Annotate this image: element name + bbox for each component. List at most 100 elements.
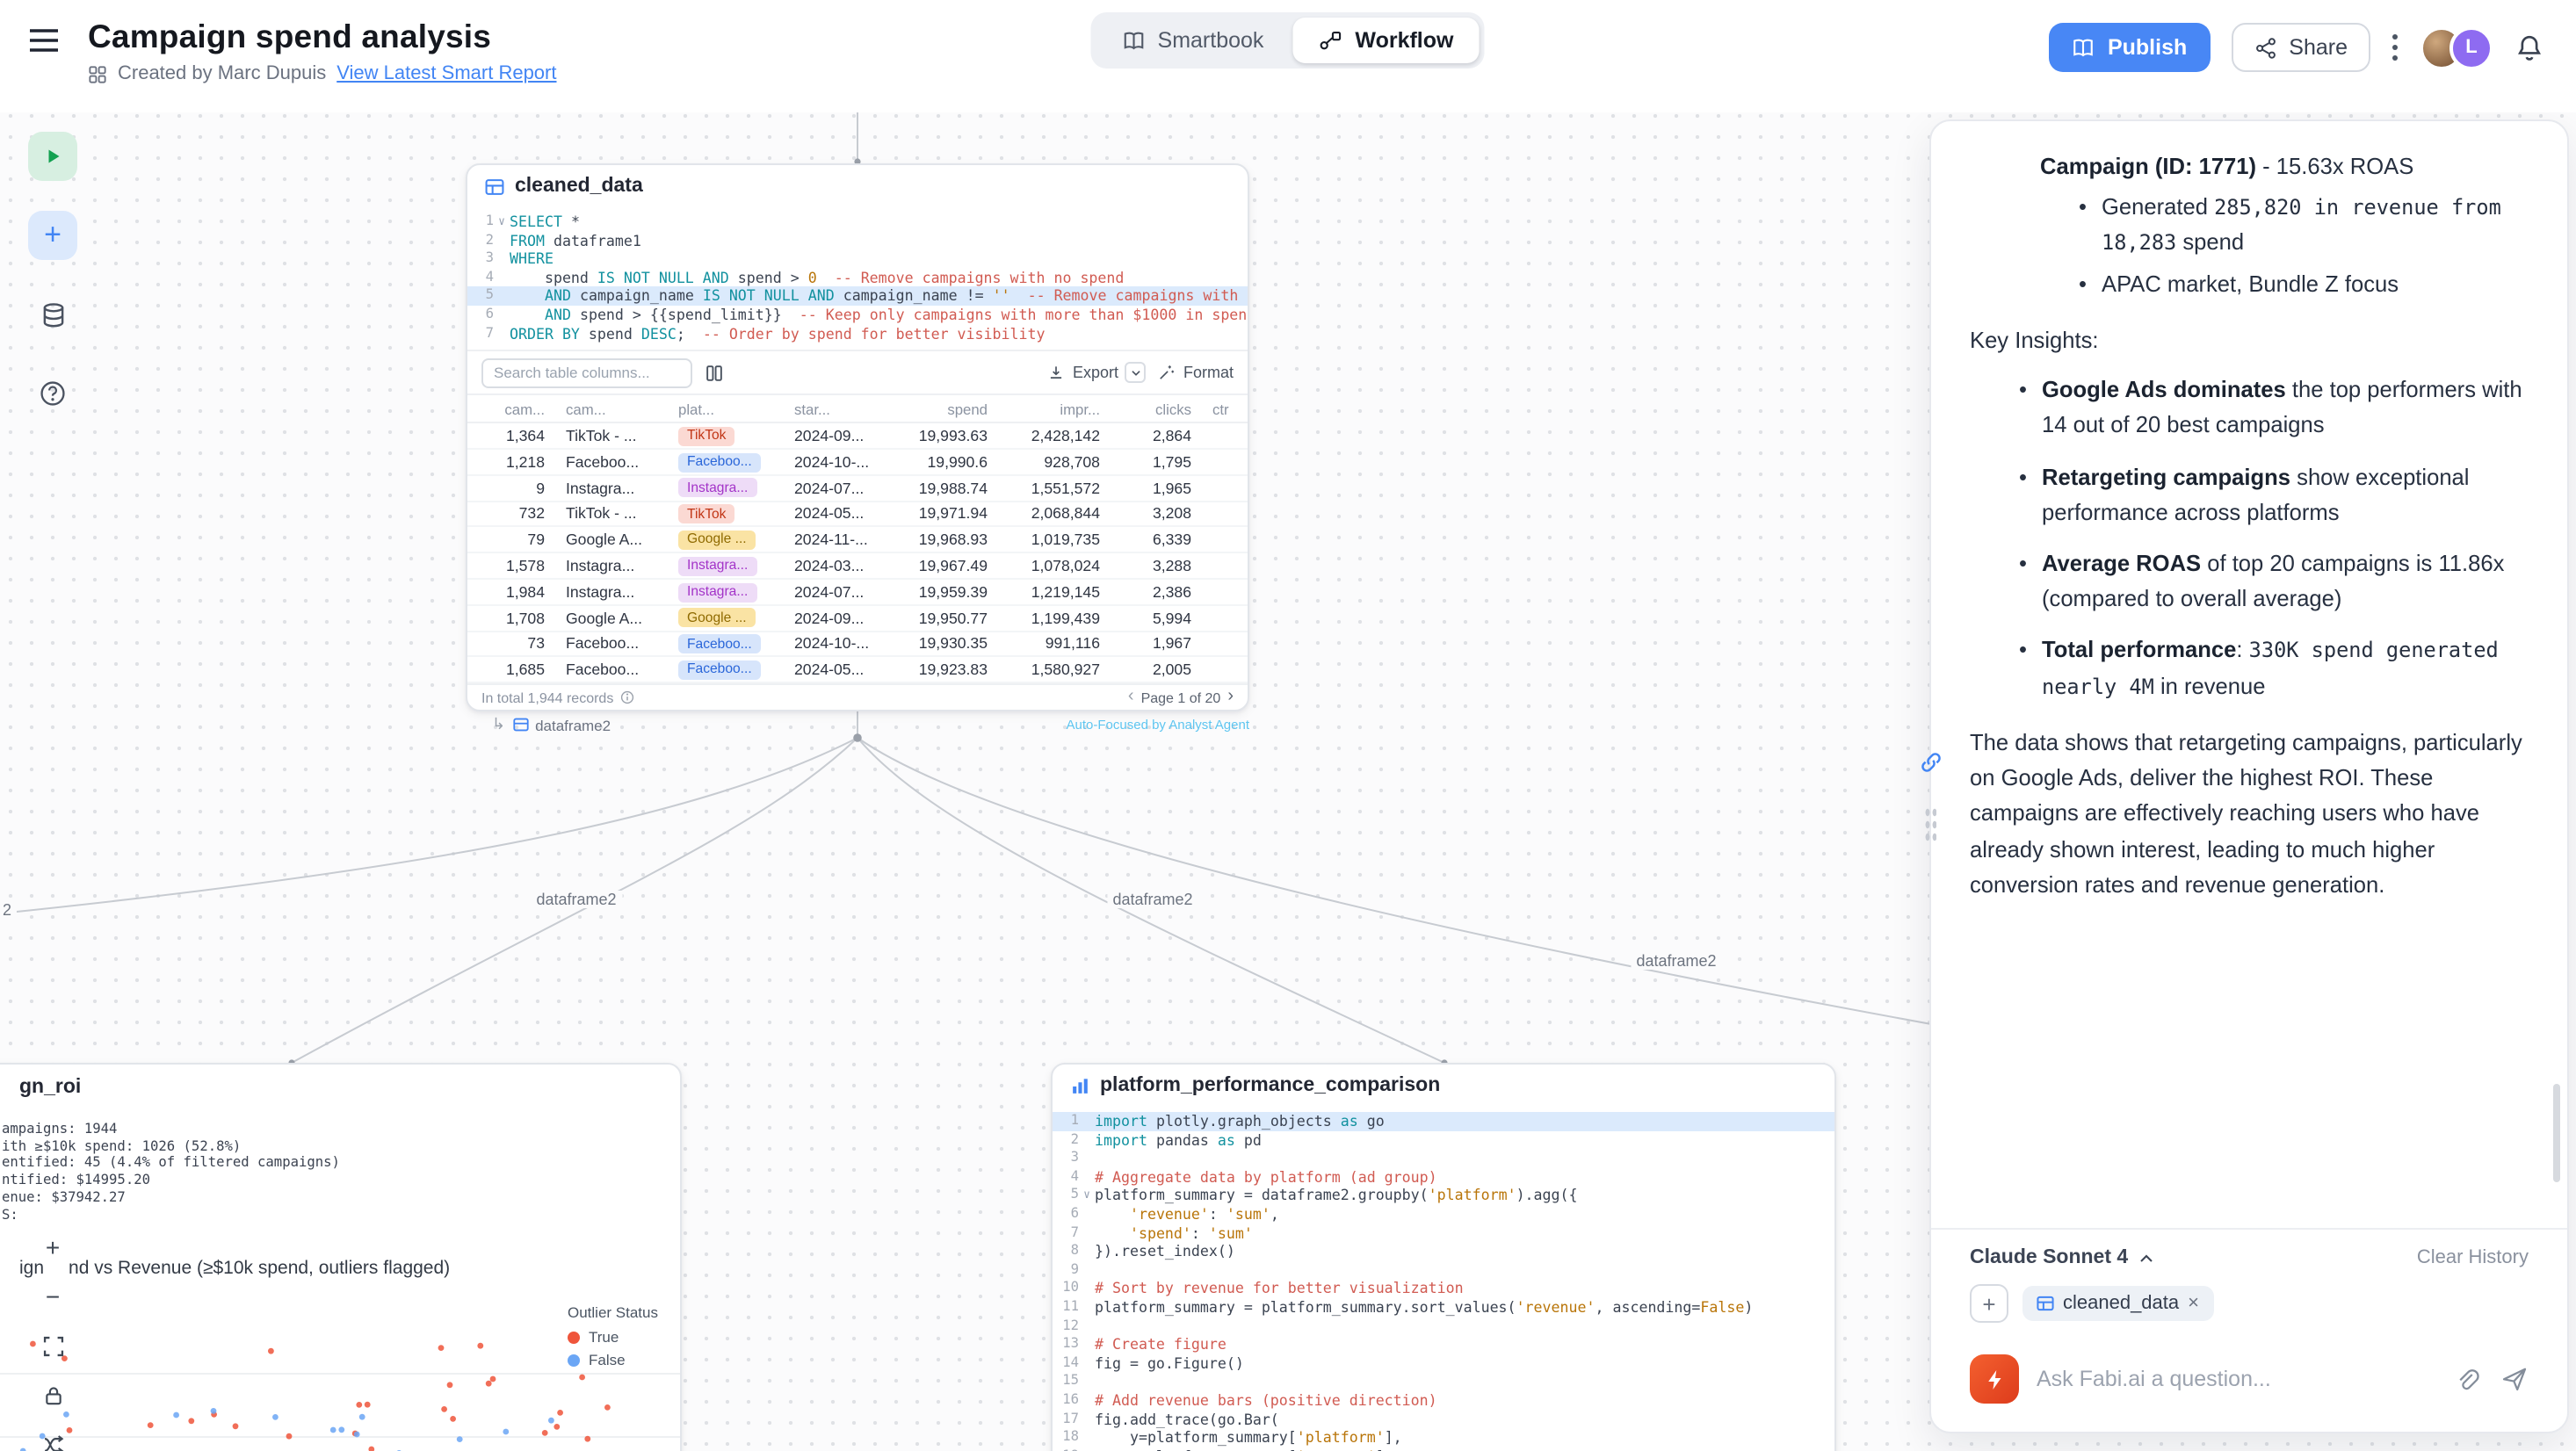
table-row[interactable]: 73Faceboo...Faceboo...2024-10-...19,930.… [467, 632, 1248, 658]
notifications-button[interactable] [2514, 32, 2544, 62]
column-header[interactable]: spend [889, 400, 998, 417]
run-workflow-button[interactable] [28, 132, 77, 181]
table-row[interactable]: 79Google A...Google ...2024-11-...19,968… [467, 528, 1248, 554]
platform-chip: Instagra... [678, 582, 756, 602]
cleaned-data-node[interactable]: cleaned_data 1∨SELECT *2FROM dataframe13… [466, 163, 1249, 711]
remove-context-icon[interactable]: × [2188, 1294, 2199, 1313]
shuffle-icon [41, 1433, 64, 1451]
table-cell: 1,965 [1111, 479, 1202, 496]
table-cell: 19,959.39 [889, 583, 998, 601]
export-button[interactable]: Export [1048, 362, 1147, 383]
publish-icon [2073, 37, 2095, 58]
table-row[interactable]: 1,218Faceboo...Faceboo...2024-10-...19,9… [467, 450, 1248, 476]
column-header[interactable]: clicks [1111, 400, 1202, 417]
column-header[interactable]: cam... [555, 400, 668, 417]
attach-file-button[interactable] [2453, 1366, 2479, 1392]
table-row[interactable]: 1,708Google A...Google ...2024-09...19,9… [467, 605, 1248, 632]
column-header[interactable]: ctr [1202, 400, 1248, 417]
table-row[interactable]: 1,364TikTok - ...TikTok2024-09...19,993.… [467, 423, 1248, 450]
table-row[interactable]: 732TikTok - ...TikTok2024-05...19,971.94… [467, 502, 1248, 528]
output-dataframe-label[interactable]: dataframe2 [535, 716, 611, 733]
sql-editor[interactable]: 1∨SELECT *2FROM dataframe13WHERE4 spend … [467, 207, 1248, 350]
clear-history-button[interactable]: Clear History [2417, 1247, 2529, 1268]
chat-scrollbar[interactable] [2553, 1084, 2560, 1182]
model-label: Claude Sonnet 4 [1970, 1247, 2128, 1268]
column-header[interactable]: plat... [668, 400, 784, 417]
scatter-point [354, 1432, 360, 1438]
node-header-cleaned-data[interactable]: cleaned_data [467, 165, 1248, 207]
chat-bullet: APAC market, Bundle Z focus [2079, 266, 2529, 301]
table-row[interactable]: 9Instagra...Instagra...2024-07...19,988.… [467, 476, 1248, 502]
hamburger-menu-button[interactable] [28, 28, 60, 58]
publish-button[interactable]: Publish [2050, 23, 2210, 72]
platform-performance-node[interactable]: platform_performance_comparison 1import … [1051, 1063, 1836, 1451]
table-cell: 1,078,024 [998, 557, 1111, 574]
python-editor[interactable]: 1import plotly.graph_objects as go2impor… [1053, 1107, 1834, 1451]
table-cell: Instagra... [555, 479, 668, 496]
tab-workflow[interactable]: Workflow [1293, 18, 1480, 63]
scatter-point [554, 1424, 560, 1430]
table-cell: 1,685 [467, 661, 555, 678]
send-button[interactable] [2500, 1365, 2529, 1393]
avatar-initial[interactable]: L [2449, 25, 2493, 69]
kebab-icon [2391, 33, 2399, 61]
scatter-point [503, 1429, 509, 1435]
scatter-point [490, 1376, 496, 1382]
fit-view-button[interactable] [35, 1328, 70, 1363]
view-latest-report-link[interactable]: View Latest Smart Report [336, 63, 556, 84]
zoom-in-button[interactable]: + [35, 1230, 70, 1265]
chevron-down-icon [1130, 366, 1142, 379]
table-cell: 2,386 [1111, 583, 1202, 601]
smartbook-icon [1123, 30, 1146, 51]
format-wand-icon [1159, 364, 1176, 381]
columns-toggle-button[interactable] [705, 363, 724, 382]
prev-page-button[interactable]: ‹ [1128, 689, 1134, 706]
table-row[interactable]: 1,578Instagra...Instagra...2024-03...19,… [467, 553, 1248, 580]
add-node-button[interactable]: + [28, 211, 77, 260]
panel-drag-handle[interactable] [1924, 806, 1936, 845]
grid-icon [88, 64, 107, 83]
chat-summary-paragraph: The data shows that retargeting campaign… [1970, 726, 2529, 903]
data-sources-button[interactable] [28, 290, 77, 339]
next-page-button[interactable]: › [1227, 689, 1234, 706]
column-header[interactable]: impr... [998, 400, 1111, 417]
export-dropdown[interactable] [1125, 362, 1147, 383]
edge-label-dataframe2: dataframe2 [1107, 891, 1198, 908]
page-title: Campaign spend analysis [88, 18, 557, 56]
model-selector[interactable]: Claude Sonnet 4 [1970, 1247, 2154, 1268]
share-button[interactable]: Share [2231, 23, 2370, 72]
scatter-point [365, 1402, 371, 1408]
stat-line: entified: 45 (4.4% of filtered campaigns… [2, 1155, 340, 1172]
tab-smartbook[interactable]: Smartbook [1096, 18, 1291, 63]
header-actions: Publish Share L [2050, 23, 2544, 72]
stat-line: S: [2, 1206, 340, 1223]
scatter-point [457, 1436, 463, 1442]
paperclip-icon [2453, 1366, 2479, 1392]
table-cell: 1,580,927 [998, 661, 1111, 678]
more-options-button[interactable] [2391, 33, 2399, 61]
format-button[interactable]: Format [1159, 364, 1234, 381]
context-chip[interactable]: cleaned_data × [2022, 1286, 2213, 1321]
info-icon[interactable] [620, 690, 634, 704]
spend-vs-revenue-scatter[interactable] [0, 1325, 680, 1451]
node-header-platform[interactable]: platform_performance_comparison [1053, 1065, 1834, 1107]
code-line: 6 AND spend > {{spend_limit}} -- Keep on… [467, 306, 1248, 324]
help-button[interactable] [28, 369, 77, 418]
panel-link-button[interactable] [1919, 750, 1943, 783]
shuffle-button[interactable] [35, 1426, 70, 1451]
campaign-roi-node[interactable]: gn_roi ampaigns: 1944ith ≥$10k spend: 10… [0, 1063, 682, 1451]
zoom-out-button[interactable]: − [35, 1279, 70, 1314]
column-header[interactable]: star... [784, 400, 889, 417]
table-search-input[interactable] [481, 357, 692, 387]
chat-message-area[interactable]: Campaign (ID: 1771) - 15.63x ROAS Genera… [1931, 121, 2567, 1228]
table-row[interactable]: 1,685Faceboo...Faceboo...2024-05...19,92… [467, 658, 1248, 684]
lock-button[interactable] [35, 1377, 70, 1412]
table-cell: Instagra... [668, 581, 784, 602]
avatar-group[interactable]: L [2420, 25, 2493, 69]
legend-title: Outlier Status [568, 1303, 658, 1321]
table-cell: Faceboo... [555, 453, 668, 471]
column-header[interactable]: cam... [467, 400, 555, 417]
ask-question-input[interactable] [2037, 1367, 2435, 1391]
table-row[interactable]: 1,984Instagra...Instagra...2024-07...19,… [467, 580, 1248, 606]
add-context-button[interactable]: + [1970, 1284, 2008, 1323]
